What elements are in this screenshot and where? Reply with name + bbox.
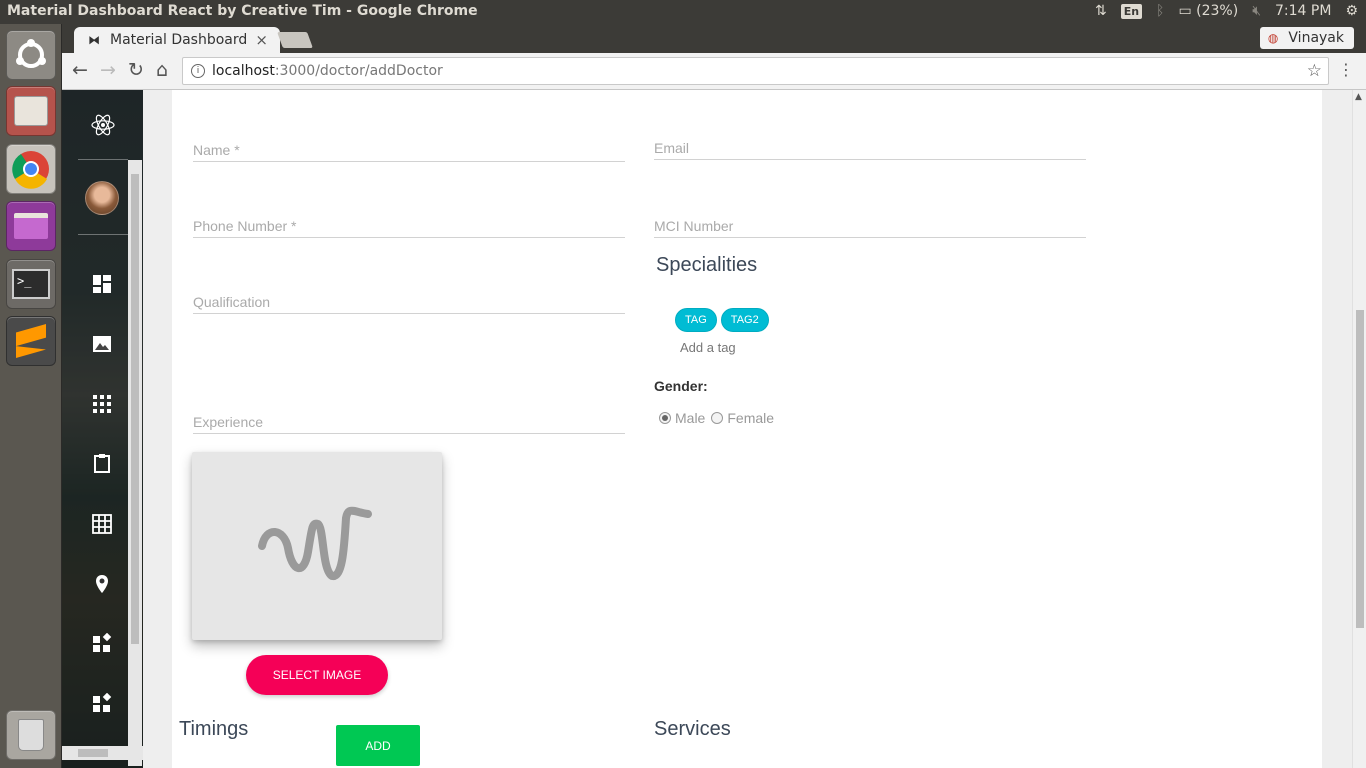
add-timing-button[interactable]: ADD <box>336 725 420 766</box>
window-title: Material Dashboard React by Creative Tim… <box>7 3 478 19</box>
url-path: :3000/doctor/addDoctor <box>274 63 443 79</box>
male-label: Male <box>675 410 706 426</box>
react-logo-icon[interactable] <box>62 112 143 144</box>
sidebar-horizontal-scrollbar[interactable] <box>62 746 143 760</box>
clipboard-icon[interactable] <box>92 453 112 473</box>
reload-icon[interactable]: ↻ <box>128 59 144 81</box>
phone-number-label: Phone Number * <box>193 218 297 234</box>
sidebar-scroll-thumb[interactable] <box>131 174 139 644</box>
files-icon[interactable] <box>6 86 56 136</box>
mci-number-field[interactable]: MCI Number <box>654 204 1086 238</box>
battery-percent: (23%) <box>1196 3 1239 19</box>
profile-name: Vinayak <box>1288 30 1344 46</box>
trash-icon[interactable] <box>6 710 56 760</box>
clock[interactable]: 7:14 PM <box>1275 3 1331 19</box>
mci-number-label: MCI Number <box>654 218 734 234</box>
tag-chip[interactable]: TAG <box>675 308 717 332</box>
image-icon[interactable] <box>92 334 112 354</box>
widgets-icon[interactable] <box>92 633 112 653</box>
widgets-icon[interactable] <box>92 693 112 713</box>
timings-title: Timings <box>179 718 249 740</box>
active-tab[interactable]: ⧓ Material Dashboard × <box>74 27 280 53</box>
add-doctor-card: Name * Email Phone Number * MCI Number Q… <box>172 90 1322 768</box>
male-radio[interactable] <box>659 412 671 424</box>
app-sidebar <box>62 90 143 768</box>
add-tag-input[interactable]: Add a tag <box>680 340 736 355</box>
sidebar-divider <box>78 234 128 235</box>
network-icon[interactable]: ⇅ <box>1095 3 1107 19</box>
tag-chip[interactable]: TAG2 <box>720 308 769 332</box>
profile-icon: ◍ <box>1267 31 1279 45</box>
avatar[interactable] <box>85 181 119 215</box>
volume-icon[interactable]: 🔇︎ <box>1252 3 1261 19</box>
sublime-text-icon[interactable] <box>6 316 56 366</box>
bowtie-favicon-icon: ⧓ <box>88 33 100 47</box>
experience-field[interactable]: Experience <box>193 400 625 434</box>
services-title: Services <box>654 718 731 740</box>
battery-indicator[interactable]: ▭ (23%) <box>1178 3 1238 19</box>
site-info-icon[interactable]: i <box>191 64 205 78</box>
gender-radio-group: Male Female <box>659 410 774 426</box>
url-text: localhost:3000/doctor/addDoctor <box>212 63 443 79</box>
specialities-title: Specialities <box>656 254 758 276</box>
email-label: Email <box>654 140 690 156</box>
chrome-menu-icon[interactable]: ⋮ <box>1338 60 1354 79</box>
name-field[interactable]: Name * <box>193 128 625 162</box>
settings-gear-icon[interactable]: ⚙ <box>1345 3 1358 19</box>
apps-grid-icon[interactable] <box>92 394 112 414</box>
new-tab-button[interactable] <box>277 32 313 48</box>
keyboard-indicator[interactable]: En <box>1120 3 1143 19</box>
email-field[interactable]: Email <box>654 126 1086 160</box>
table-grid-icon[interactable] <box>92 514 112 534</box>
forward-arrow-icon[interactable]: → <box>100 59 116 81</box>
experience-label: Experience <box>193 414 264 430</box>
page-viewport: Name * Email Phone Number * MCI Number Q… <box>62 90 1366 768</box>
dashboard-icon[interactable] <box>92 274 112 294</box>
terminal-icon[interactable]: >_ <box>6 259 56 309</box>
gender-label: Gender: <box>654 378 708 394</box>
phone-number-field[interactable]: Phone Number * <box>193 204 625 238</box>
page-scroll-thumb[interactable] <box>1356 310 1364 628</box>
bookmark-star-icon[interactable]: ☆ <box>1307 61 1322 81</box>
sidebar-hscroll-thumb[interactable] <box>78 749 108 757</box>
tab-strip: ⧓ Material Dashboard × ◍ Vinayak <box>62 24 1366 53</box>
browser-toolbar: ← → ↻ ⌂ i localhost:3000/doctor/addDocto… <box>62 53 1366 90</box>
system-top-panel: Material Dashboard React by Creative Tim… <box>0 0 1366 24</box>
sidebar-divider <box>78 159 128 160</box>
url-host: localhost <box>212 63 275 79</box>
bluetooth-icon[interactable]: ᛒ <box>1156 3 1164 19</box>
ubuntu-dash-icon[interactable] <box>6 30 56 80</box>
tag-list: TAG TAG2 <box>675 308 769 332</box>
back-arrow-icon[interactable]: ← <box>72 59 88 81</box>
image-placeholder-icon <box>258 506 372 580</box>
sidebar-scrollbar[interactable] <box>128 160 142 766</box>
tab-title: Material Dashboard <box>110 32 248 48</box>
female-label: Female <box>727 410 775 426</box>
qualification-label: Qualification <box>193 294 271 310</box>
qualification-field[interactable]: Qualification <box>193 280 625 314</box>
profile-button[interactable]: ◍ Vinayak <box>1259 27 1354 49</box>
chrome-icon[interactable] <box>6 144 56 194</box>
text-editor-icon[interactable] <box>6 201 56 251</box>
image-preview <box>192 452 442 640</box>
address-bar[interactable]: i localhost:3000/doctor/addDoctor ☆ <box>182 57 1329 85</box>
page-scrollbar[interactable]: ▲ <box>1352 90 1366 768</box>
scroll-up-arrow-icon[interactable]: ▲ <box>1355 92 1362 102</box>
launcher: >_ <box>0 24 62 768</box>
name-label: Name * <box>193 142 240 158</box>
browser-window: ⧓ Material Dashboard × ◍ Vinayak ← → ↻ ⌂… <box>62 24 1366 768</box>
select-image-button[interactable]: SELECT IMAGE <box>246 655 388 695</box>
location-pin-icon[interactable] <box>92 574 112 594</box>
system-tray: ⇅ En ᛒ ▭ (23%) 🔇︎ 7:14 PM ⚙ <box>1095 3 1358 19</box>
female-radio[interactable] <box>711 412 724 424</box>
tab-close-icon[interactable]: × <box>255 31 268 49</box>
home-icon[interactable]: ⌂ <box>156 59 168 81</box>
